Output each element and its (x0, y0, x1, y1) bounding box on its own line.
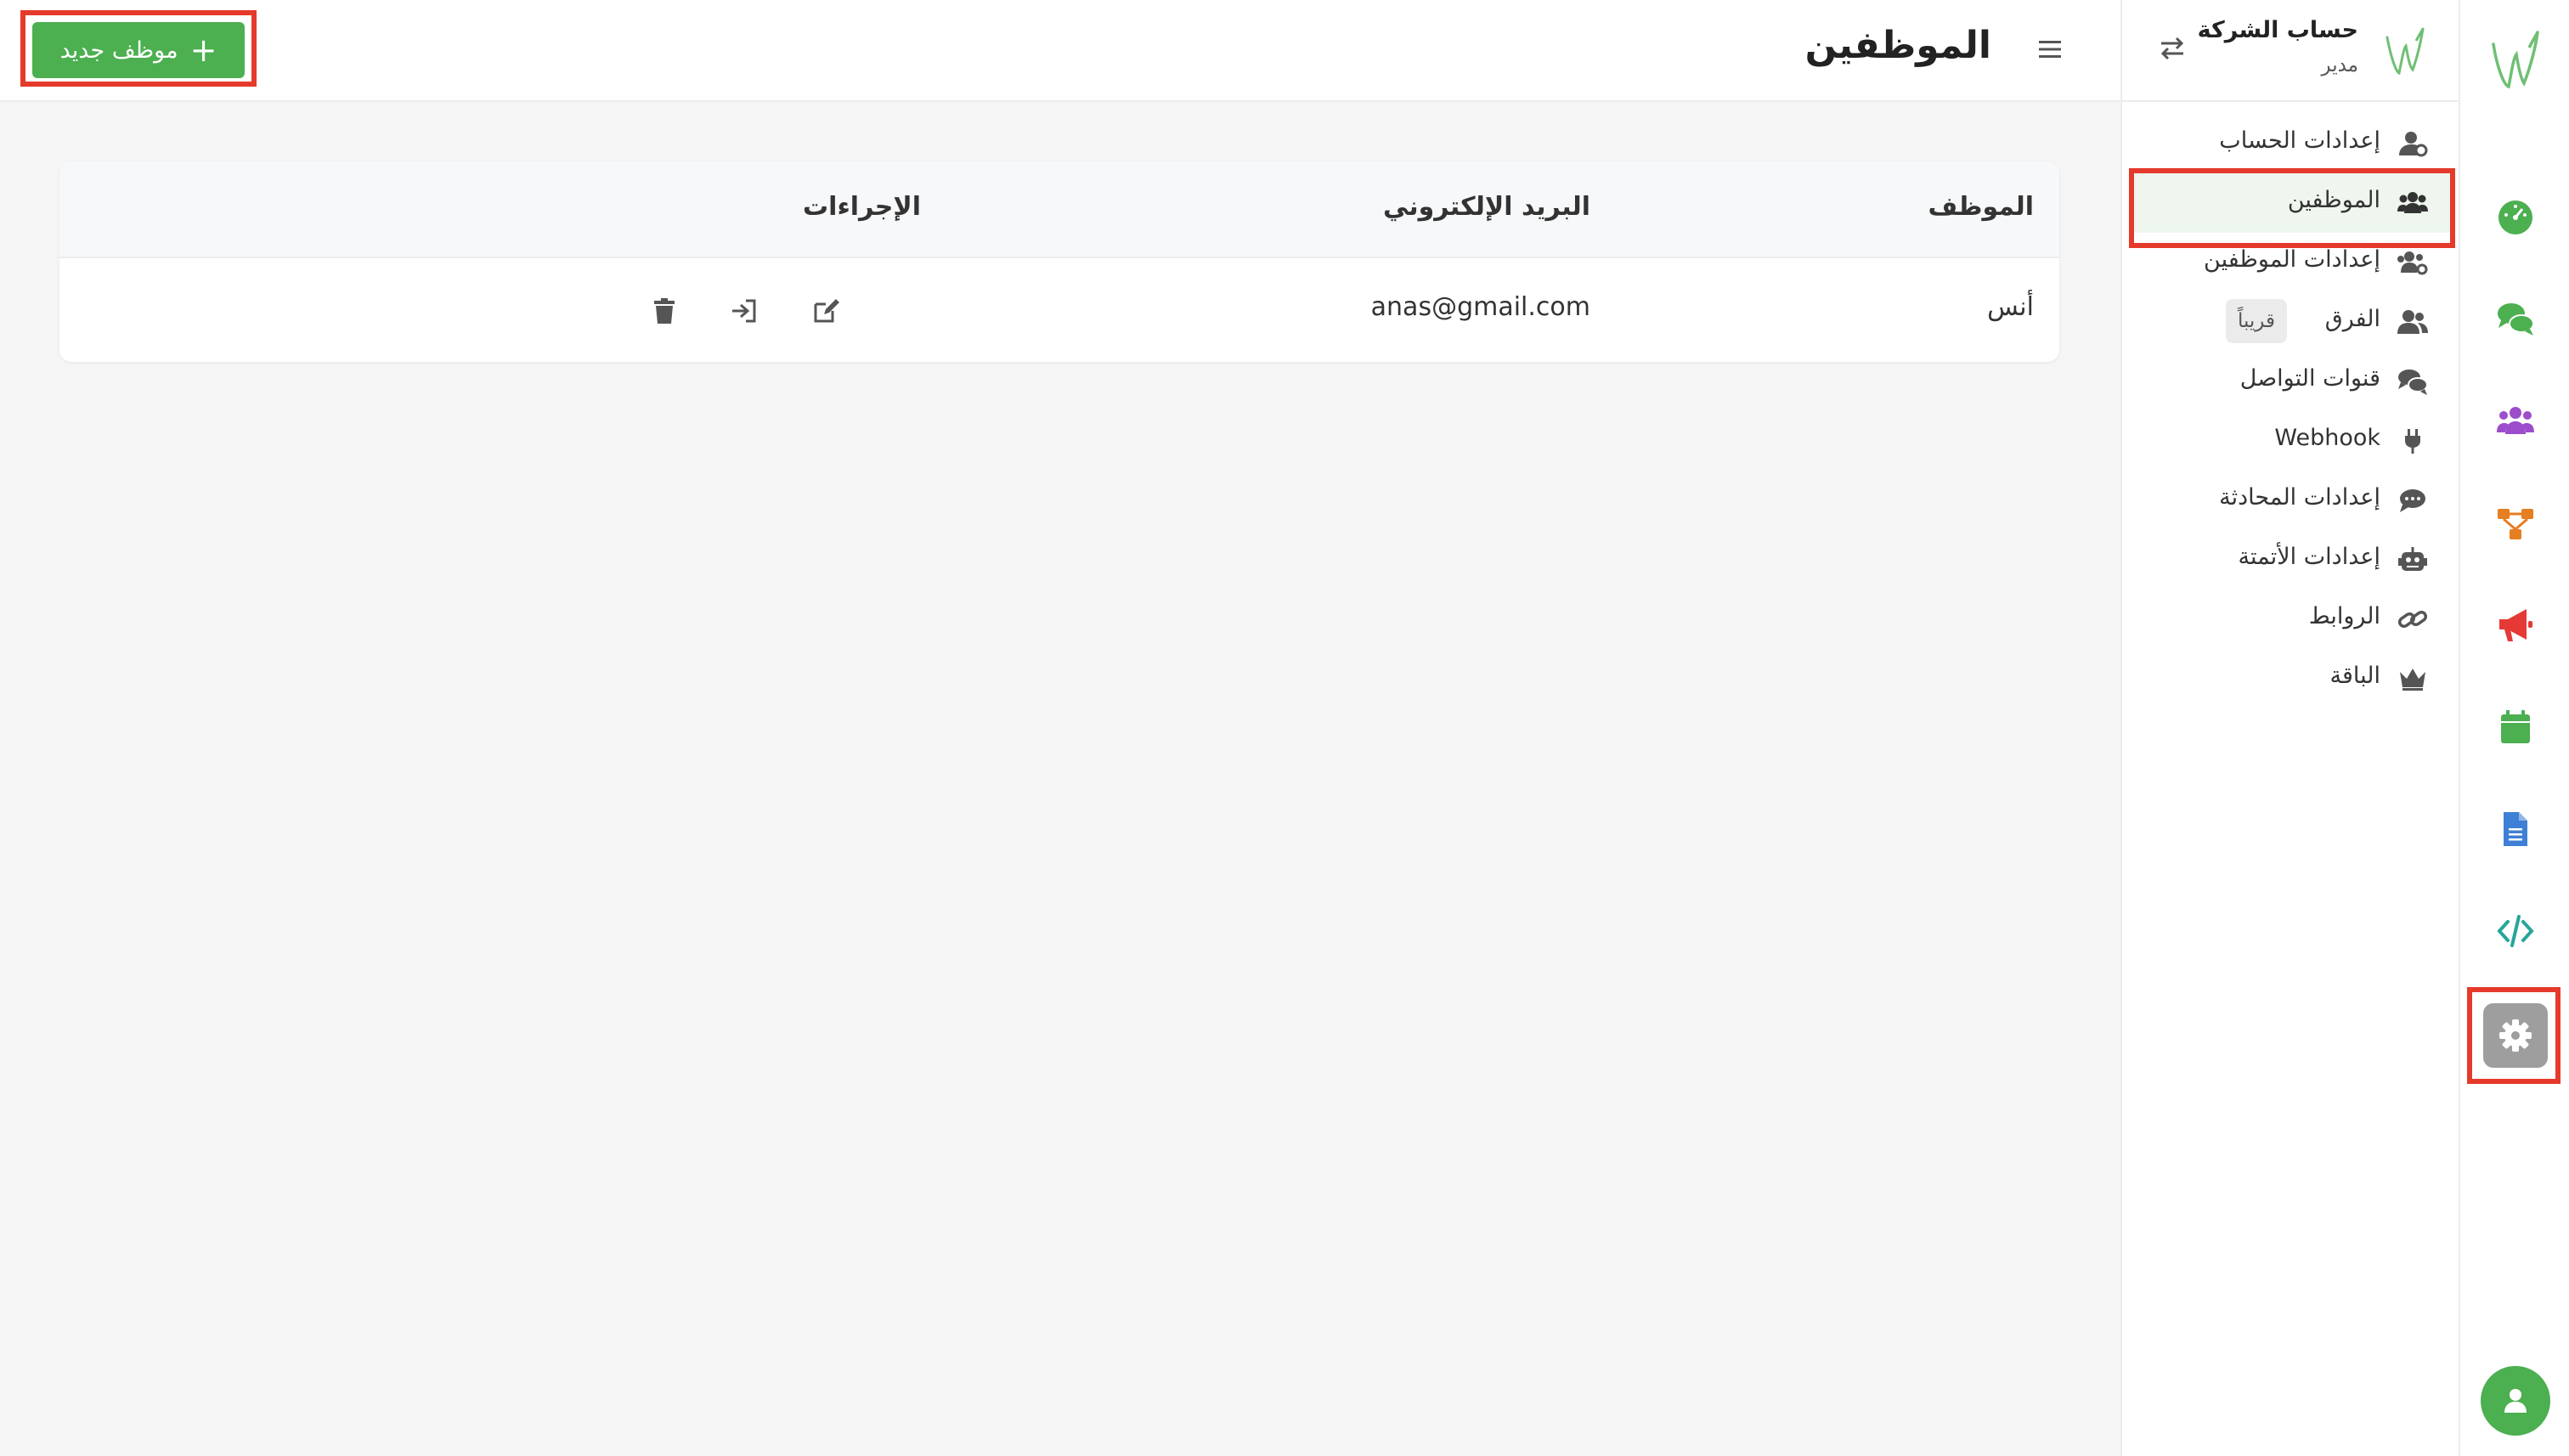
user-cog-icon (2399, 132, 2428, 157)
rail-campaigns[interactable] (2483, 593, 2548, 657)
user-avatar[interactable] (2481, 1366, 2550, 1436)
header-actions: الإجراءات (803, 192, 921, 222)
rail-developer[interactable] (2483, 899, 2548, 963)
sidebar-item-label: إعدادات الأتمتة (2238, 544, 2380, 570)
rail-contacts[interactable] (2483, 389, 2548, 454)
login-as-icon[interactable] (729, 296, 759, 326)
robot-icon (2398, 547, 2427, 571)
app-rail (2459, 0, 2569, 1456)
employee-email: anas@gmail.com (1370, 292, 1590, 322)
sidebar-item-label: إعدادات الموظفين (2204, 246, 2380, 273)
settings-highlight (2467, 987, 2561, 1084)
account-name: حساب الشركة (2197, 17, 2358, 43)
header-email: البريد الإلكتروني (1383, 192, 1590, 222)
team-icon (2397, 310, 2428, 334)
table-header: الموظف البريد الإلكتروني الإجراءات (59, 161, 2059, 258)
code-icon (2497, 915, 2534, 947)
top-header: الموظفين + موظف جديد (0, 0, 2120, 102)
rail-documents[interactable] (2483, 797, 2548, 861)
chat-bubbles-icon (2498, 303, 2534, 336)
sidebar-item-label: إعدادات المحادثة (2219, 484, 2380, 511)
page-title: الموظفين (1804, 24, 1991, 67)
calendar-icon (2501, 710, 2530, 743)
sidebar-item-label: الفرق (2324, 306, 2380, 332)
menu-toggle-icon[interactable] (2037, 37, 2063, 61)
sidebar-item-label: Webhook (2274, 425, 2380, 451)
contacts-group-icon (2497, 407, 2534, 434)
sidebar-item-label: الروابط (2308, 603, 2380, 629)
employees-item-highlight (2129, 168, 2455, 248)
employees-table: الموظف البريد الإلكتروني الإجراءات أنس a… (59, 161, 2059, 362)
comment-dots-icon (2400, 489, 2425, 512)
app-logo-icon[interactable] (2490, 25, 2543, 93)
company-logo-icon (2386, 27, 2425, 76)
sidebar-item-label: إعدادات الحساب (2219, 127, 2380, 154)
sidebar-item-teams[interactable]: الفرق قريباً (2131, 292, 2452, 352)
delete-icon[interactable] (649, 296, 680, 326)
rail-calendar[interactable] (2483, 695, 2548, 759)
rail-conversations[interactable] (2483, 287, 2548, 352)
plug-icon (2405, 429, 2420, 454)
table-row: أنس anas@gmail.com (59, 257, 2059, 362)
sidebar-item-channels[interactable]: قنوات التواصل (2131, 352, 2452, 411)
crown-icon (2400, 669, 2425, 691)
header-employee: الموظف (1928, 192, 2034, 222)
rail-dashboard[interactable] (2483, 185, 2548, 250)
document-icon (2504, 812, 2527, 846)
sidebar-item-conversation-settings[interactable]: إعدادات المحادثة (2131, 471, 2452, 530)
account-role: مدير (2321, 54, 2358, 76)
megaphone-icon (2499, 609, 2532, 641)
new-employee-highlight (20, 10, 257, 87)
rail-flows[interactable] (2483, 491, 2548, 556)
sidebar-item-label: الباقة (2329, 663, 2380, 689)
edit-icon[interactable] (810, 296, 841, 326)
coming-soon-badge: قريباً (2225, 299, 2287, 343)
sidebar-item-plan[interactable]: الباقة (2131, 649, 2452, 708)
sidebar-item-account-settings[interactable]: إعدادات الحساب (2131, 114, 2452, 173)
account-switcher[interactable]: حساب الشركة مدير (2122, 0, 2460, 102)
sidebar-item-webhook[interactable]: Webhook (2131, 411, 2452, 471)
sidebar-item-links[interactable]: الروابط (2131, 590, 2452, 649)
dashboard-gauge-icon (2498, 200, 2532, 234)
flow-diagram-icon (2498, 509, 2533, 539)
sidebar-item-label: قنوات التواصل (2239, 365, 2380, 392)
comments-icon (2398, 370, 2428, 395)
sidebar-item-automation-settings[interactable]: إعدادات الأتمتة (2131, 530, 2452, 590)
users-cog-icon (2397, 251, 2428, 275)
user-icon (2504, 1389, 2527, 1413)
employee-name: أنس (1987, 292, 2034, 322)
switch-account-icon[interactable] (2158, 34, 2187, 63)
link-icon (2397, 610, 2428, 629)
